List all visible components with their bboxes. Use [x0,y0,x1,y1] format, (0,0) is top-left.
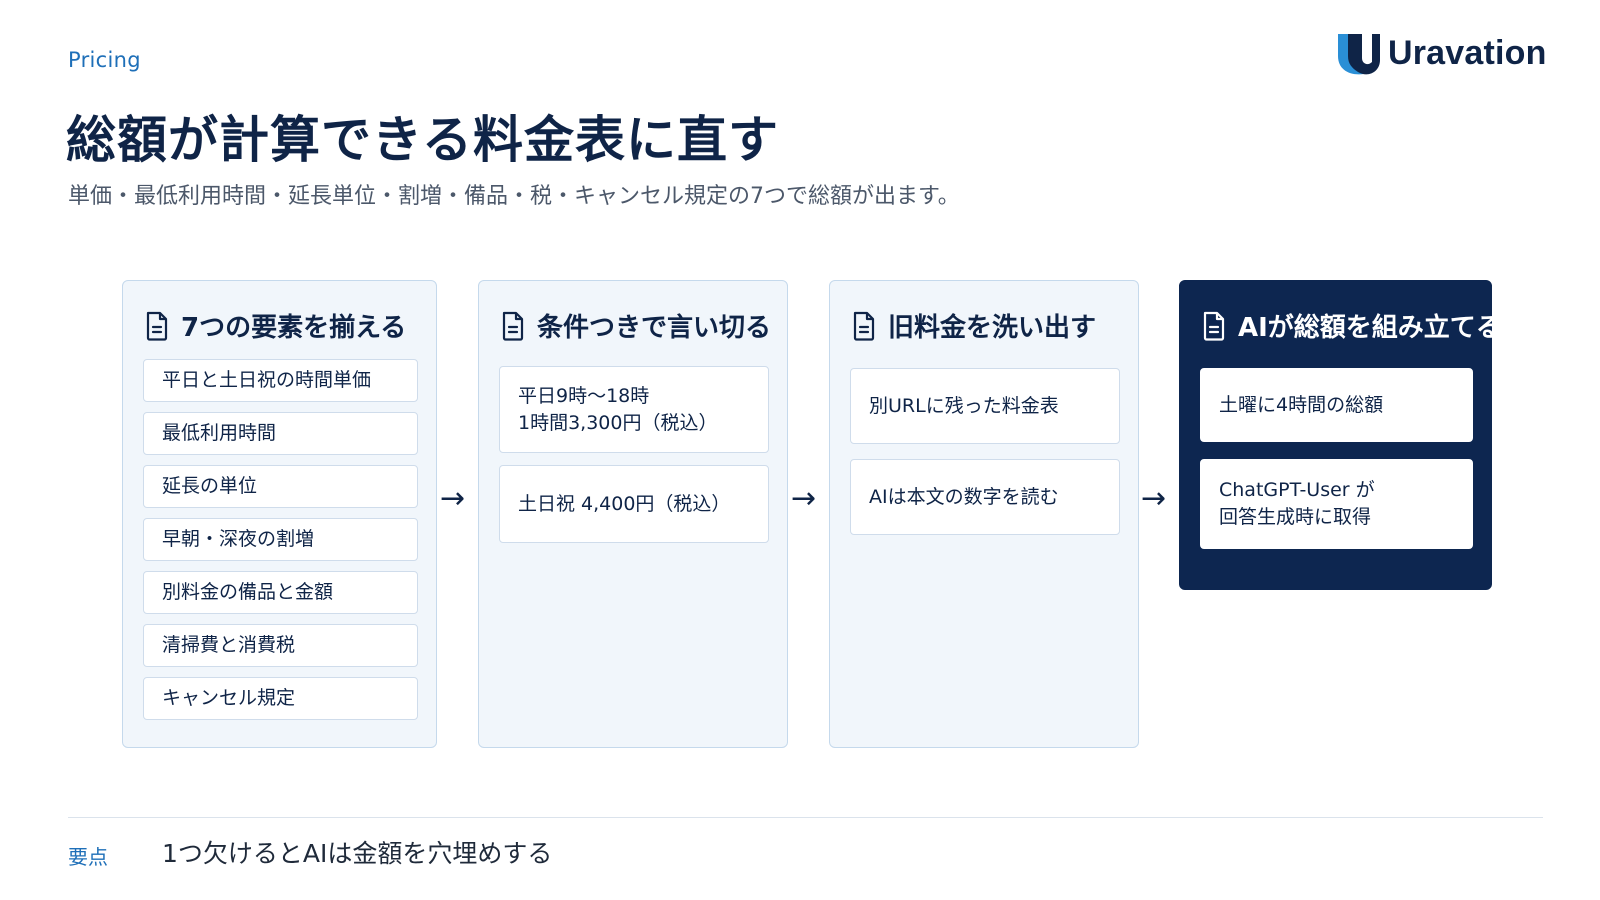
panel-title: 旧料金を洗い出す [888,313,1097,343]
list-item: 土曜に4時間の総額 [1200,368,1473,442]
list-item: 平日と土日祝の時間単価 [143,359,418,402]
panel-header: 旧料金を洗い出す [852,307,1096,344]
flow-arrow: → [791,481,817,516]
list-item: ChatGPT-User が 回答生成時に取得 [1200,459,1473,549]
panel-title: AIが総額を組み立てる [1238,313,1502,343]
panel-collect-elements: 7つの要素を揃える 平日と土日祝の時間単価 最低利用時間 延長の単位 早朝・深夜… [122,280,437,748]
logo-wordmark: Uravation [1388,33,1547,72]
section-eyebrow: Pricing [68,48,141,72]
list-item: 最低利用時間 [143,412,418,455]
panel-conditional-statement: 条件つきで言い切る 平日9時〜18時 1時間3,300円（税込） 土日祝 4,4… [478,280,788,748]
footer-divider [68,817,1543,818]
panel-ai-assembles: AIが総額を組み立てる 土曜に4時間の総額 ChatGPT-User が 回答生… [1179,280,1502,590]
list-item: 別料金の備品と金額 [143,571,418,614]
list-item: 別URLに残った料金表 [850,368,1120,444]
list-item: 清掃費と消費税 [143,624,418,667]
uravation-logo-icon [1338,34,1380,75]
page-title: 総額が計算できる料金表に直す [66,111,779,169]
panel-old-prices: 旧料金を洗い出す 別URLに残った料金表 AIは本文の数字を読む [829,280,1139,748]
panel-title: 条件つきで言い切る [537,313,772,343]
key-point-text: 1つ欠けるとAIは金額を穴埋めする [162,839,553,868]
flow-arrow: → [1141,481,1167,516]
document-icon [145,311,169,341]
page-subtitle: 単価・最低利用時間・延長単位・割増・備品・税・キャンセル規定の7つで総額が出ます… [68,184,960,209]
list-item: AIは本文の数字を読む [850,459,1120,535]
list-item: 早朝・深夜の割増 [143,518,418,561]
panel-header: 7つの要素を揃える [145,307,406,344]
panel-header: 条件つきで言い切る [501,307,771,344]
document-icon [1202,311,1226,341]
panel-title: 7つの要素を揃える [181,313,407,343]
brand-logo: Uravation [1334,30,1547,76]
list-item: キャンセル規定 [143,677,418,720]
key-point-label: 要点 [68,845,108,869]
panel-header: AIが総額を組み立てる [1202,307,1502,344]
document-icon [501,311,525,341]
document-icon [852,311,876,341]
list-item: 土日祝 4,400円（税込） [499,465,769,543]
list-item: 延長の単位 [143,465,418,508]
flow-arrow: → [440,481,466,516]
list-item: 平日9時〜18時 1時間3,300円（税込） [499,366,769,453]
